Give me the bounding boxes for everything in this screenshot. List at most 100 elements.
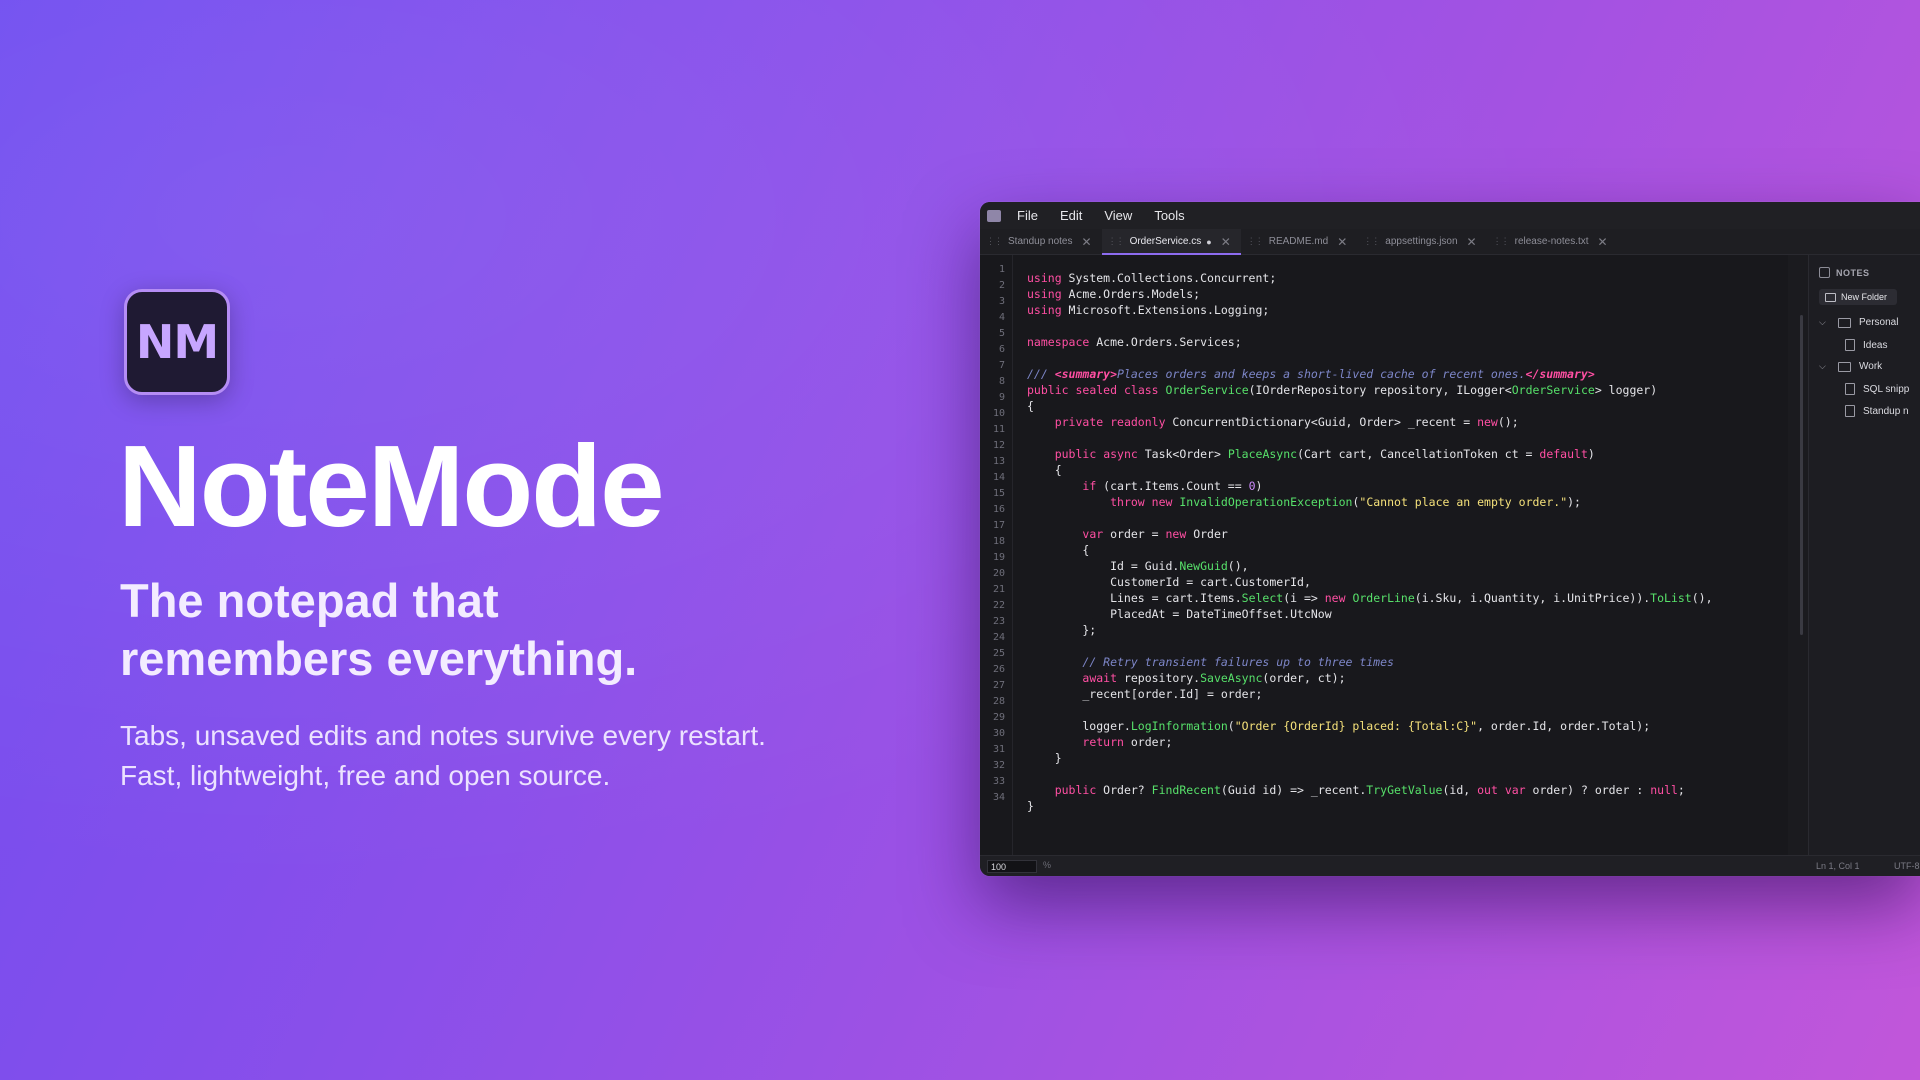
line-number: 17: [992, 520, 1005, 531]
code-line: throw new InvalidOperationException("Can…: [1110, 495, 1581, 509]
line-number: 9: [998, 392, 1005, 403]
line-number: 7: [998, 360, 1005, 371]
line-number: 13: [992, 456, 1005, 467]
code-line: {: [1027, 543, 1090, 557]
code-line: };: [1027, 623, 1097, 637]
line-number: 33: [992, 776, 1005, 787]
new-folder-label: New Folder: [1841, 292, 1888, 302]
close-icon[interactable]: ✕: [1082, 235, 1092, 249]
close-icon[interactable]: ✕: [1467, 235, 1477, 249]
drag-handle-icon[interactable]: ⋮⋮: [986, 236, 1003, 247]
code-line: public async Task<Order> PlaceAsync(Cart…: [1054, 447, 1595, 461]
line-number: 23: [992, 616, 1005, 627]
menu-tools[interactable]: Tools: [1154, 208, 1184, 223]
line-number: 19: [992, 552, 1005, 563]
tab-label: Standup notes: [1008, 236, 1073, 247]
line-number: 18: [992, 536, 1005, 547]
notes-icon: [1819, 267, 1830, 278]
note-file-icon: [1845, 405, 1855, 417]
drag-handle-icon[interactable]: ⋮⋮: [1247, 236, 1264, 247]
tab-3[interactable]: ⋮⋮ appsettings.json ✕: [1357, 229, 1486, 254]
menu-view[interactable]: View: [1104, 208, 1132, 223]
line-number: 29: [992, 712, 1005, 723]
note-file-icon: [1845, 339, 1855, 351]
tab-bar: ⋮⋮ Standup notes ✕ ⋮⋮ OrderService.cs ● ✕ ⋮⋮ REA…: [980, 229, 1920, 255]
line-number: 24: [992, 632, 1005, 643]
encoding-indicator[interactable]: UTF-8: [1894, 861, 1920, 871]
tab-label: OrderService.cs: [1129, 236, 1202, 247]
code-line: _recent[order.Id] = order;: [1027, 687, 1263, 701]
drag-handle-icon[interactable]: ⋮⋮: [1493, 236, 1510, 247]
line-number: 4: [998, 312, 1005, 323]
code-content[interactable]: using System.Collections.Concurrent; usin…: [1027, 270, 1713, 814]
line-number: 20: [992, 568, 1005, 579]
tagline-line-1: The notepad that: [120, 574, 499, 627]
app-window: File Edit View Tools ⋮⋮ Standup notes ✕ ⋮⋮ O…: [980, 202, 1920, 876]
note-3[interactable]: SQL snipp: [1845, 383, 1909, 395]
line-number: 8: [998, 376, 1005, 387]
code-line: namespace Acme.Orders.Services;: [1027, 335, 1242, 349]
chevron-down-icon[interactable]: ⌵: [1819, 317, 1829, 328]
note-4[interactable]: Standup n: [1845, 405, 1909, 417]
drag-handle-icon[interactable]: ⋮⋮: [1108, 236, 1125, 247]
line-number: 5: [998, 328, 1005, 339]
close-icon[interactable]: ✕: [1221, 235, 1231, 249]
note-file-icon: [1845, 383, 1855, 395]
tree-item-label: Personal: [1859, 317, 1899, 328]
code-line: /// <summary>Places orders and keeps a s…: [1027, 367, 1595, 381]
tab-2[interactable]: ⋮⋮ README.md ✕: [1241, 229, 1358, 254]
close-icon[interactable]: ✕: [1337, 235, 1347, 249]
tab-0[interactable]: ⋮⋮ Standup notes ✕: [980, 229, 1102, 254]
line-number: 1: [998, 264, 1005, 275]
drag-handle-icon[interactable]: ⋮⋮: [1363, 236, 1380, 247]
tab-4[interactable]: ⋮⋮ release-notes.txt ✕: [1487, 229, 1618, 254]
line-number: 34: [992, 792, 1005, 803]
new-folder-icon: [1825, 292, 1836, 302]
code-line: {: [1027, 463, 1062, 477]
vertical-scrollbar[interactable]: [1800, 315, 1803, 635]
line-number: 15: [992, 488, 1005, 499]
new-folder-button[interactable]: New Folder: [1819, 289, 1897, 305]
notes-sidebar: NOTES New Folder ⌵ Personal Ideas ⌵ Work SQL …: [1808, 255, 1920, 855]
code-line: await repository.SaveAsync(order, ct);: [1082, 671, 1346, 685]
tagline-line-2: remembers everything.: [120, 632, 638, 685]
line-number: 27: [992, 680, 1005, 691]
status-bar: 100 % Ln 1, Col 1 UTF-8: [980, 855, 1920, 876]
tree-item-label: Work: [1859, 361, 1883, 372]
menu-bar: File Edit View Tools: [980, 202, 1920, 229]
chevron-down-icon[interactable]: ⌵: [1819, 361, 1829, 372]
folder-0[interactable]: ⌵ Personal: [1819, 317, 1898, 328]
code-line: using System.Collections.Concurrent;: [1027, 271, 1277, 285]
line-number: 11: [992, 424, 1005, 435]
line-number: 10: [992, 408, 1005, 419]
code-editor[interactable]: 1 2 3 4 5 6 7 8 9 10 11 12 13 14 15 16 17 18 19 20 21 22 23 24 2…: [980, 255, 1803, 855]
tab-1[interactable]: ⋮⋮ OrderService.cs ● ✕: [1101, 229, 1241, 255]
code-line: Lines = cart.Items.Select(i => new Order…: [1027, 591, 1713, 605]
code-line: public Order? FindRecent(Guid id) => _re…: [1054, 783, 1685, 797]
code-line: using Acme.Orders.Models;: [1027, 287, 1201, 301]
tab-label: release-notes.txt: [1514, 236, 1589, 247]
code-line: }: [1027, 799, 1034, 813]
app-logo: NM: [124, 289, 230, 395]
line-number: 28: [992, 696, 1005, 707]
unsaved-dot-icon: ●: [1206, 236, 1212, 247]
code-line: PlacedAt = DateTimeOffset.UtcNow: [1027, 607, 1332, 621]
code-line: {: [1027, 399, 1034, 413]
line-number: 26: [992, 664, 1005, 675]
line-number: 6: [998, 344, 1005, 355]
menu-file[interactable]: File: [1017, 208, 1038, 223]
cursor-position: Ln 1, Col 1: [1816, 861, 1860, 871]
note-1[interactable]: Ideas: [1845, 339, 1887, 351]
close-icon[interactable]: ✕: [1598, 235, 1608, 249]
line-number: 30: [992, 728, 1005, 739]
zoom-input[interactable]: 100: [987, 860, 1037, 873]
menu-edit[interactable]: Edit: [1060, 208, 1082, 223]
folder-2[interactable]: ⌵ Work: [1819, 361, 1882, 372]
tab-label: README.md: [1268, 236, 1329, 247]
tab-label: appsettings.json: [1385, 236, 1458, 247]
code-line: return order;: [1082, 735, 1173, 749]
tagline: The notepad that remembers everything.: [120, 572, 740, 688]
